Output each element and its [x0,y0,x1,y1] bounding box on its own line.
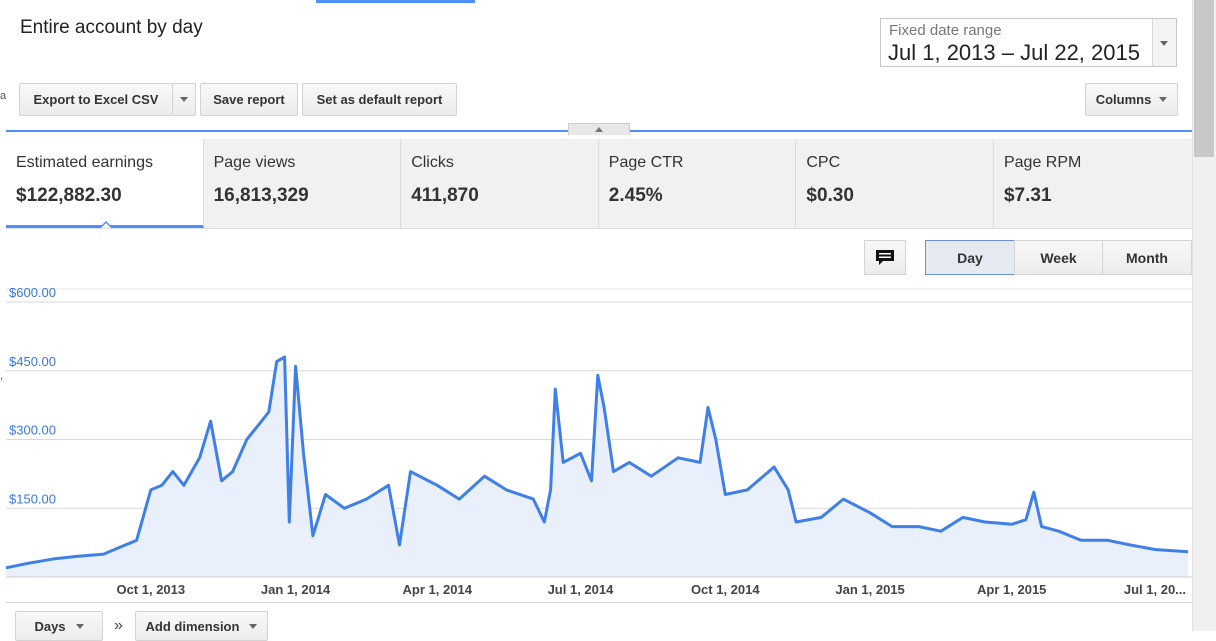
metric-value: 2.45% [608,185,663,206]
chevron-down-icon [249,623,258,629]
x-tick-label: Jan 1, 2015 [835,582,904,597]
metric-tab-page-views[interactable]: Page views 16,813,329 [203,139,402,228]
metric-label: Clicks [411,154,454,171]
x-tick-label: Jul 1, 2014 [548,582,615,597]
metric-label: Page RPM [1003,154,1082,171]
x-tick-label: Jan 1, 2014 [261,582,331,597]
metric-label: Page views [213,154,296,171]
date-range-dropdown-button[interactable] [1152,19,1176,66]
comment-icon [876,249,894,265]
x-tick-label: Jul 1, 20... [1124,582,1186,597]
metric-tab-estimated-earnings[interactable]: Estimated earnings $122,882.30 [6,139,204,228]
chevron-down-icon [1160,41,1168,46]
x-tick-label: Apr 1, 2014 [403,582,473,597]
add-dimension-button[interactable]: Add dimension [135,611,268,641]
y-tick-label: $300.00 [9,423,56,438]
metric-value: $122,882.30 [16,185,122,206]
scrollbar-thumb[interactable] [1194,0,1214,157]
page-title: Entire account by day [20,17,203,38]
breadcrumb-separator: » [114,617,123,634]
collapse-toolbar-toggle[interactable] [568,123,630,135]
metric-tab-cpc[interactable]: CPC $0.30 [796,139,994,228]
annotations-button[interactable] [864,240,906,275]
days-label: Days [34,618,66,634]
export-csv-button[interactable]: Export to Excel CSV [19,83,173,116]
granularity-month-button[interactable]: Month [1102,240,1192,275]
chevron-down-icon [1159,97,1168,102]
metric-tab-clicks[interactable]: Clicks 411,870 [401,139,599,228]
add-dimension-label: Add dimension [145,618,240,634]
left-edge-marker: , [0,370,4,382]
days-dimension-button[interactable]: Days [15,611,103,641]
top-tab-indicator [316,0,475,3]
metric-value: 16,813,329 [213,185,309,206]
metric-label: CPC [806,154,841,171]
y-tick-label: $450.00 [9,354,56,369]
metric-value: $7.31 [1003,185,1052,206]
date-range-picker[interactable]: Fixed date range Jul 1, 2013 – Jul 22, 2… [880,18,1177,67]
x-tick-label: Apr 1, 2015 [977,582,1046,597]
active-indicator-inner [101,223,111,228]
metric-value: $0.30 [806,185,854,206]
metric-value: 411,870 [411,185,479,206]
save-report-button[interactable]: Save report [200,83,298,116]
y-tick-label: $150.00 [9,491,56,506]
metric-tabs: Estimated earnings $122,882.30 Page view… [6,139,1192,229]
left-edge-marker: a [0,90,7,102]
columns-button[interactable]: Columns [1085,83,1178,116]
x-tick-label: Oct 1, 2014 [691,582,760,597]
chevron-up-icon [595,127,603,132]
bottom-divider [6,602,1192,603]
earnings-chart: $600.00 $450.00 $300.00 $150.00 Oct 1, 2013 J… [5,288,1192,597]
chevron-down-icon [180,97,188,102]
granularity-day-button[interactable]: Day [925,240,1015,275]
date-range-label: Fixed date range [889,22,1002,39]
columns-label: Columns [1095,92,1152,107]
metric-label: Page CTR [608,154,684,171]
date-range-value: Jul 1, 2013 – Jul 22, 2015 [888,40,1140,65]
chevron-down-icon [75,623,84,629]
y-tick-label: $600.00 [9,288,56,300]
metric-label: Estimated earnings [16,154,153,171]
export-options-dropdown[interactable] [172,83,196,116]
granularity-week-button[interactable]: Week [1014,240,1103,275]
metric-tab-page-ctr[interactable]: Page CTR 2.45% [598,139,797,228]
set-default-report-button[interactable]: Set as default report [302,83,457,116]
metric-tab-page-rpm[interactable]: Page RPM $7.31 [993,139,1192,228]
x-tick-label: Oct 1, 2013 [116,582,185,597]
